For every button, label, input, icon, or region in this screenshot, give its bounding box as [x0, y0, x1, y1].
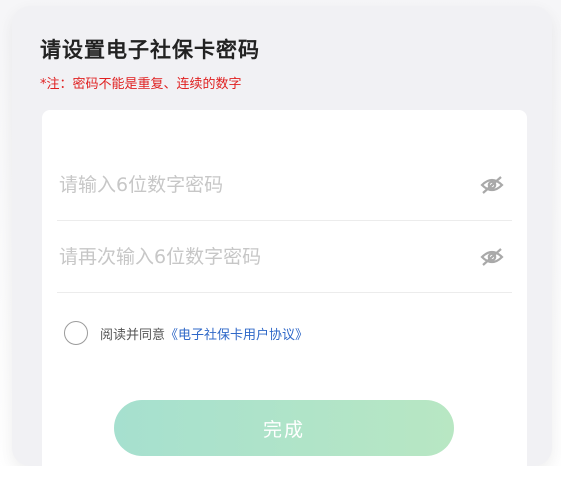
password-setup-card: 请设置电子社保卡密码 *注：密码不能是重复、连续的数字 阅读并同意 《电子社保卡…: [12, 6, 552, 466]
confirm-password-input[interactable]: [57, 222, 459, 292]
confirm-password-field-row: [57, 222, 512, 293]
password-input[interactable]: [57, 150, 459, 220]
submit-button[interactable]: 完成: [114, 400, 454, 456]
password-field-row: [57, 150, 512, 221]
eye-off-icon[interactable]: [480, 246, 504, 268]
password-rule-note: *注：密码不能是重复、连续的数字: [40, 77, 242, 92]
agreement-text: 阅读并同意: [100, 327, 166, 343]
eye-off-icon[interactable]: [480, 174, 504, 196]
agreement-radio[interactable]: [64, 321, 88, 345]
agreement-row: 阅读并同意 《电子社保卡用户协议》: [64, 318, 308, 348]
bottom-shade: [0, 466, 561, 480]
page-title: 请设置电子社保卡密码: [40, 38, 260, 62]
agreement-link[interactable]: 《电子社保卡用户协议》: [165, 324, 308, 343]
